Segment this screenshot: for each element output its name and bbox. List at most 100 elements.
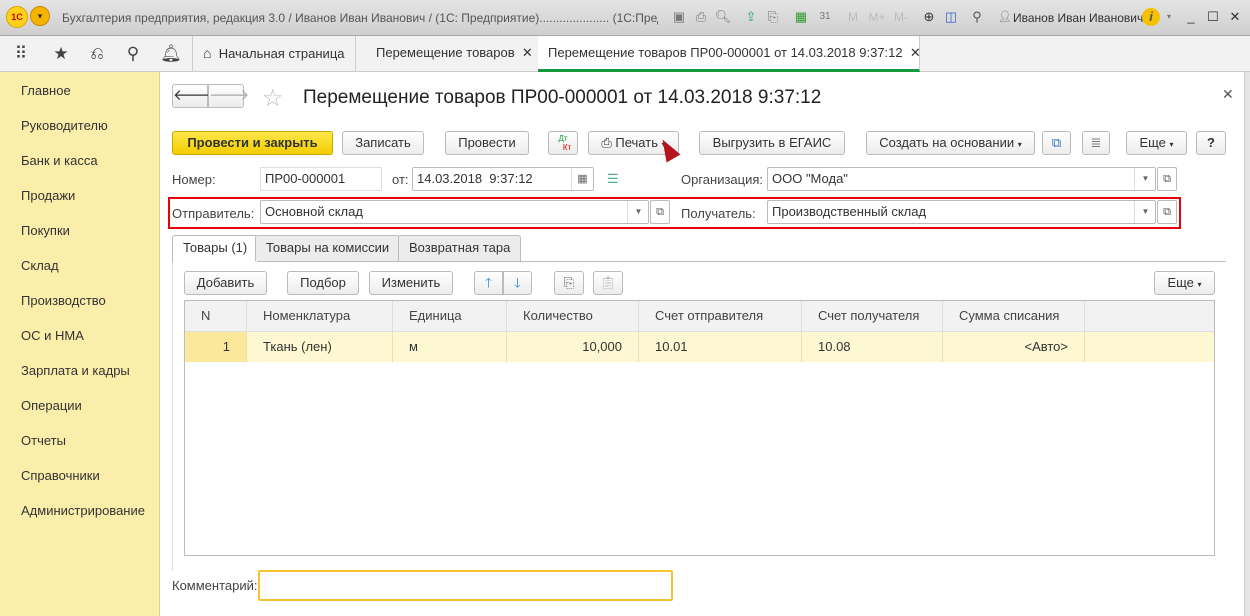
sidebar-item-main[interactable]: Главное (21, 83, 71, 98)
open-sender-button[interactable]: ⧉ (650, 200, 670, 224)
sidebar-item-catalogs[interactable]: Справочники (21, 468, 100, 483)
cell-quantity[interactable]: 10,000 (507, 332, 639, 362)
calculator-icon[interactable]: ▦ (792, 8, 810, 26)
sidebar-item-bank[interactable]: Банк и касса (21, 153, 98, 168)
memory-m-button[interactable]: M (844, 8, 862, 26)
chevron-down-icon[interactable]: ▼ (627, 201, 649, 223)
cell-filler (1085, 332, 1214, 362)
date-field[interactable]: 14.03.2018 9:37:12 ▦ (412, 167, 594, 191)
list-icon[interactable]: ≣ (1082, 131, 1110, 155)
memory-minus-button[interactable]: M- (890, 8, 912, 26)
cell-writeoff-sum[interactable]: <Авто> (943, 332, 1085, 362)
info-icon[interactable]: i (1142, 8, 1160, 26)
zoom-icon[interactable]: ⊕ (920, 8, 938, 26)
favorite-star-icon[interactable]: ☆ (262, 84, 284, 113)
close-window-icon[interactable]: ✕ (1226, 8, 1244, 26)
sender-value: Основной склад (265, 204, 363, 219)
more-button[interactable]: Еще ▾ (1126, 131, 1187, 155)
chevron-down-icon: ▾ (1017, 140, 1022, 149)
export-icon[interactable]: ⎘ (764, 8, 782, 26)
cell-item[interactable]: Ткань (лен) (247, 332, 393, 362)
notifications-bell-icon[interactable]: 🔔︎ (160, 44, 182, 64)
comment-field[interactable] (258, 570, 673, 601)
column-header-quantity[interactable]: Количество (507, 301, 639, 331)
print-icon[interactable]: ⎙ (692, 8, 710, 26)
structure-icon[interactable]: ⧉ (1042, 131, 1071, 155)
search-icon[interactable]: ⚲ (122, 44, 144, 64)
user-name[interactable]: Иванов Иван Иванович (1013, 11, 1143, 25)
preview-icon[interactable]: 🔍︎ (714, 8, 732, 26)
sidebar-item-fixed-assets[interactable]: ОС и НМА (21, 328, 84, 343)
sidebar-item-manager[interactable]: Руководителю (21, 118, 108, 133)
sidebar-item-warehouse[interactable]: Склад (21, 258, 59, 273)
sidebar-item-reports[interactable]: Отчеты (21, 433, 66, 448)
sidebar-item-admin[interactable]: Администрирование (21, 503, 145, 518)
minimize-icon[interactable]: _ (1182, 8, 1200, 26)
column-header-item[interactable]: Номенклатура (247, 301, 393, 331)
sidebar-item-production[interactable]: Производство (21, 293, 106, 308)
open-organization-button[interactable]: ⧉ (1157, 167, 1177, 191)
cell-sender-account[interactable]: 10.01 (639, 332, 802, 362)
close-tab-icon[interactable]: ✕ (518, 45, 533, 60)
column-header-unit[interactable]: Единица (393, 301, 507, 331)
sender-field[interactable]: Основной склад ▼ (260, 200, 649, 224)
open-receiver-button[interactable]: ⧉ (1157, 200, 1177, 224)
info-dropdown-icon[interactable]: ▾ (1160, 8, 1178, 26)
calendar-icon[interactable]: 31 (816, 8, 834, 26)
export-egais-button[interactable]: Выгрузить в ЕГАИС (699, 131, 845, 155)
tab-label: Перемещение товаров ПР00-000001 от 14.03… (548, 45, 903, 60)
back-button[interactable]: 🡐 (172, 84, 213, 108)
move-up-button[interactable]: 🡑 (474, 271, 503, 295)
table-more-button[interactable]: Еще ▾ (1154, 271, 1215, 295)
sidebar-item-purchases[interactable]: Покупки (21, 223, 70, 238)
tab-returnable-packaging[interactable]: Возвратная тара (398, 235, 522, 261)
receiver-field[interactable]: Производственный склад ▼ (767, 200, 1156, 224)
column-header-writeoff-sum[interactable]: Сумма списания (943, 301, 1085, 331)
apps-grid-icon[interactable]: ⠿ (10, 44, 32, 64)
organization-field[interactable]: ООО "Мода" ▼ (767, 167, 1156, 191)
tab-home[interactable]: ⌂ Начальная страница (192, 36, 356, 72)
column-header-n[interactable]: N (185, 301, 247, 331)
post-button[interactable]: Провести (445, 131, 529, 155)
panels-icon[interactable]: ◫ (942, 8, 960, 26)
forward-button[interactable]: 🡒 (208, 84, 249, 108)
import-icon[interactable]: ⇪ (742, 8, 760, 26)
tools-icon[interactable]: ⚲ (968, 8, 986, 26)
column-header-sender-account[interactable]: Счет отправителя (639, 301, 802, 331)
tab-goods[interactable]: Товары (1) (172, 235, 259, 262)
tab-commission-goods[interactable]: Товары на комиссии (255, 235, 401, 261)
pick-button[interactable]: Подбор (287, 271, 359, 295)
status-icon[interactable]: ☰ (607, 171, 619, 187)
edit-button[interactable]: Изменить (369, 271, 453, 295)
copy-icon[interactable]: ⎘ (554, 271, 584, 295)
main-menu-button[interactable]: ▾ (30, 6, 50, 26)
history-icon[interactable]: ⎌ (86, 44, 108, 64)
cell-n[interactable]: 1 (185, 332, 247, 362)
column-header-receiver-account[interactable]: Счет получателя (802, 301, 943, 331)
cell-receiver-account[interactable]: 10.08 (802, 332, 943, 362)
memory-plus-button[interactable]: M+ (866, 8, 888, 26)
add-button[interactable]: Добавить (184, 271, 267, 295)
dt-kt-button[interactable]: Дт Кт (548, 131, 578, 155)
close-tab-icon[interactable]: ✕ (906, 45, 921, 60)
tab-transfers-list[interactable]: Перемещение товаров ✕ (366, 36, 544, 72)
chevron-down-icon[interactable]: ▼ (1134, 201, 1156, 223)
paste-icon[interactable]: 📋︎ (593, 271, 623, 295)
calendar-icon[interactable]: ▦ (571, 168, 593, 190)
sidebar-item-operations[interactable]: Операции (21, 398, 82, 413)
post-and-close-button[interactable]: Провести и закрыть (172, 131, 333, 155)
help-button[interactable]: ? (1196, 131, 1226, 155)
favorites-star-icon[interactable]: ★ (50, 44, 72, 64)
number-field[interactable]: ПР00-000001 (260, 167, 382, 191)
tab-transfer-document[interactable]: Перемещение товаров ПР00-000001 от 14.03… (538, 36, 921, 72)
maximize-icon[interactable]: ☐ (1204, 8, 1222, 26)
chevron-down-icon[interactable]: ▼ (1134, 168, 1156, 190)
save-icon[interactable]: ▣ (670, 8, 688, 26)
save-button[interactable]: Записать (342, 131, 424, 155)
sidebar-item-sales[interactable]: Продажи (21, 188, 75, 203)
close-form-icon[interactable]: ✕ (1222, 86, 1234, 103)
cell-unit[interactable]: м (393, 332, 507, 362)
move-down-button[interactable]: 🡓 (503, 271, 532, 295)
create-based-on-button[interactable]: Создать на основании ▾ (866, 131, 1035, 155)
sidebar-item-payroll[interactable]: Зарплата и кадры (21, 363, 130, 378)
